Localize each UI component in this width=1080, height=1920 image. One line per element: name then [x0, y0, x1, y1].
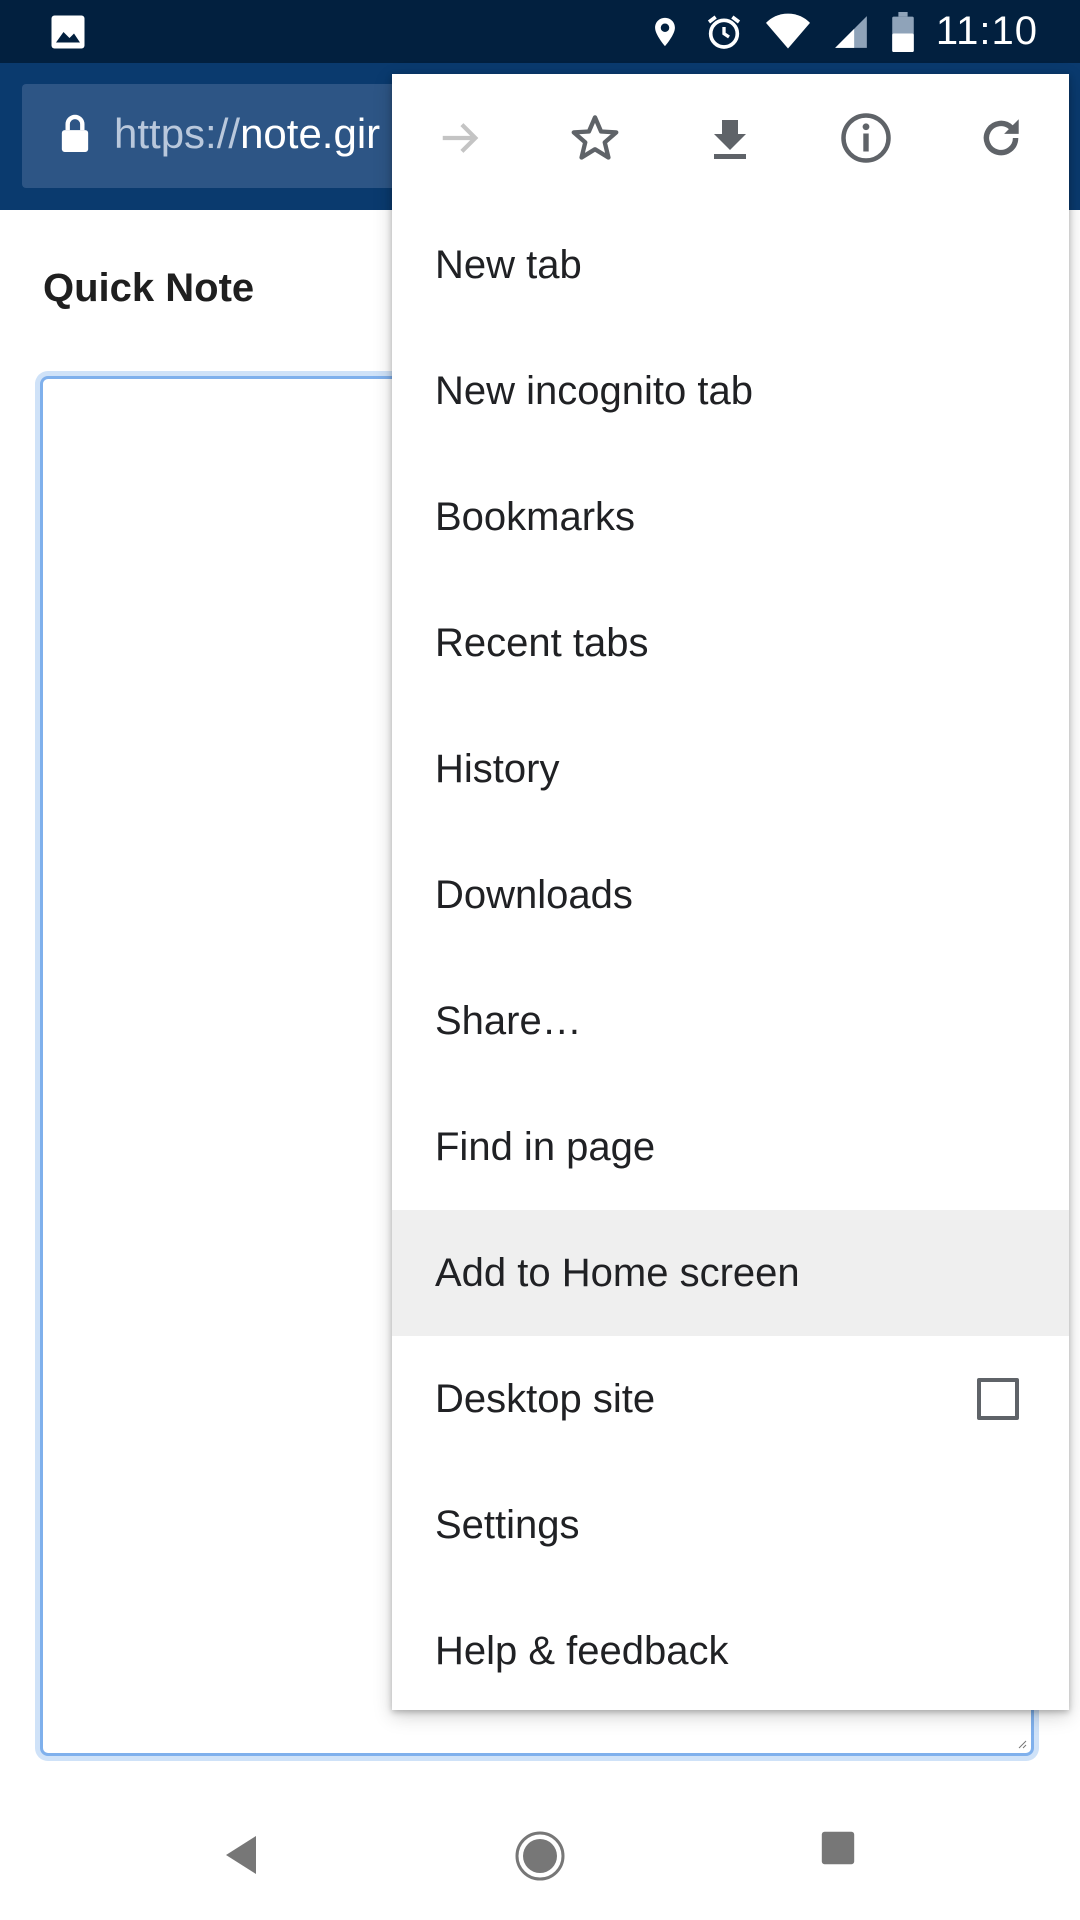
- system-nav-bar: [0, 1800, 1080, 1920]
- signal-icon: [835, 15, 867, 48]
- menu-item-find-in-page[interactable]: Find in page: [392, 1084, 1069, 1210]
- menu-item-label: New tab: [435, 242, 582, 287]
- menu-item-label: Downloads: [435, 872, 633, 917]
- url-scheme: https://: [114, 110, 241, 157]
- url-text: https://note.gir: [114, 110, 380, 158]
- menu-item-add-to-home-screen[interactable]: Add to Home screen: [392, 1210, 1069, 1336]
- menu-item-downloads[interactable]: Downloads: [392, 832, 1069, 958]
- menu-item-help-feedback[interactable]: Help & feedback: [392, 1588, 1069, 1714]
- forward-button[interactable]: [430, 108, 490, 168]
- menu-item-settings[interactable]: Settings: [392, 1462, 1069, 1588]
- menu-item-label: Bookmarks: [435, 494, 636, 539]
- overflow-menu: New tab New incognito tab Bookmarks Rece…: [392, 74, 1069, 1710]
- menu-item-label: Settings: [435, 1502, 580, 1547]
- resize-grip-icon[interactable]: [1017, 1739, 1027, 1749]
- bookmark-star-button[interactable]: [565, 108, 625, 168]
- lock-icon: [61, 114, 89, 152]
- home-icon[interactable]: [514, 1830, 566, 1882]
- download-icon: [714, 120, 746, 159]
- menu-item-label: Add to Home screen: [435, 1250, 800, 1295]
- menu-item-new-incognito-tab[interactable]: New incognito tab: [392, 328, 1069, 454]
- page-info-button[interactable]: [836, 108, 896, 168]
- menu-item-history[interactable]: History: [392, 706, 1069, 832]
- wifi-icon: [765, 13, 810, 48]
- refresh-button[interactable]: [971, 108, 1031, 168]
- menu-item-label: Recent tabs: [435, 620, 649, 665]
- menu-item-label: Share…: [435, 998, 582, 1043]
- alarm-icon: [707, 15, 740, 49]
- download-page-button[interactable]: [700, 108, 760, 168]
- menu-item-recent-tabs[interactable]: Recent tabs: [392, 580, 1069, 706]
- menu-item-new-tab[interactable]: New tab: [392, 202, 1069, 328]
- forward-icon: [442, 123, 479, 153]
- info-icon: [841, 113, 891, 163]
- menu-item-label: Find in page: [435, 1124, 656, 1169]
- menu-item-bookmarks[interactable]: Bookmarks: [392, 454, 1069, 580]
- menu-item-label: Help & feedback: [435, 1628, 729, 1673]
- back-icon[interactable]: [222, 1830, 262, 1880]
- location-icon: [654, 17, 675, 46]
- menu-item-share[interactable]: Share…: [392, 958, 1069, 1084]
- battery-icon: [892, 11, 914, 52]
- page-title: Quick Note: [43, 266, 255, 310]
- status-icons: 11:10: [648, 0, 1038, 63]
- refresh-icon: [983, 119, 1019, 156]
- photo-icon: [51, 15, 85, 49]
- star-icon: [571, 115, 619, 160]
- menu-list: New tab New incognito tab Bookmarks Rece…: [392, 202, 1069, 1714]
- menu-item-label: Desktop site: [435, 1376, 656, 1421]
- recents-icon[interactable]: [820, 1830, 856, 1866]
- menu-icon-row: [392, 74, 1069, 202]
- menu-item-desktop-site[interactable]: Desktop site: [392, 1336, 1069, 1462]
- url-host: note.gir: [240, 110, 381, 157]
- desktop-site-checkbox[interactable]: [977, 1378, 1019, 1420]
- menu-item-label: History: [435, 746, 560, 791]
- status-time: 11:10: [935, 9, 1038, 53]
- menu-item-label: New incognito tab: [435, 368, 753, 413]
- status-bar: 11:10: [0, 0, 1080, 63]
